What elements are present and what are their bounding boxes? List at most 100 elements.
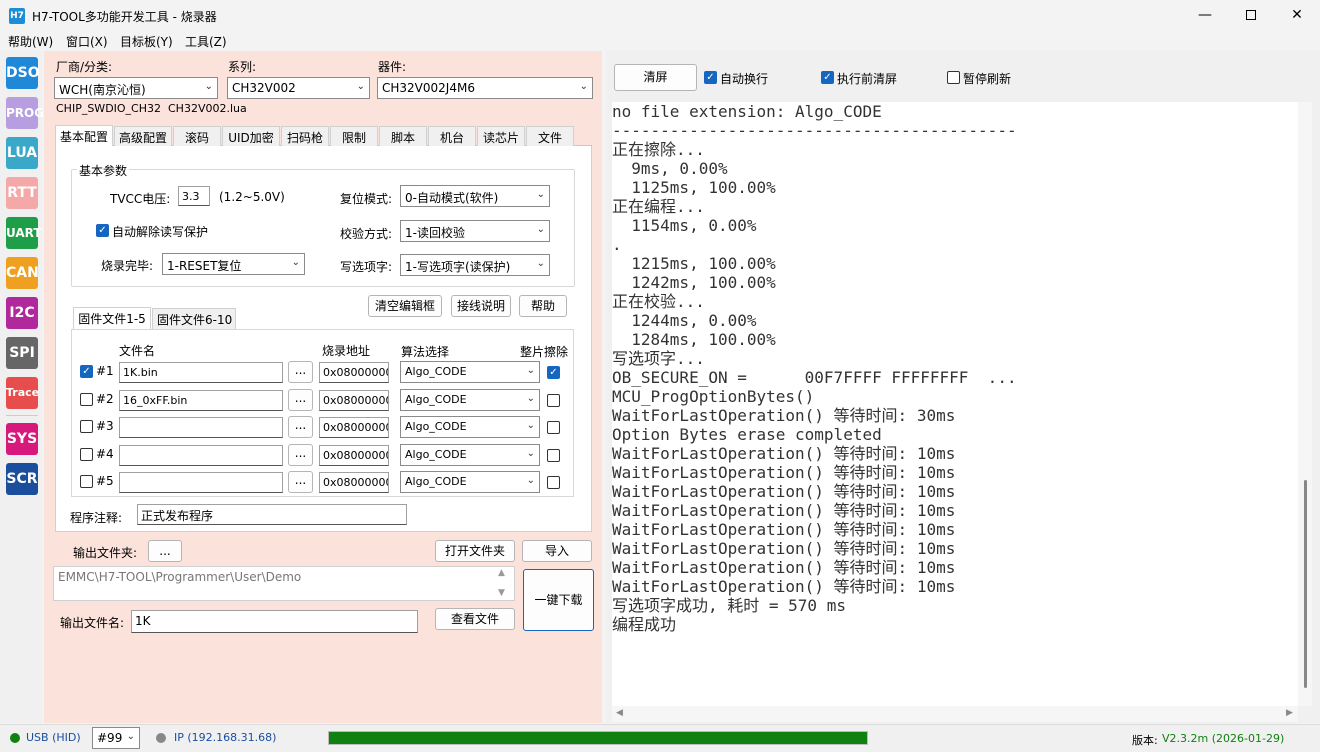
tvcc-input[interactable]: 3.3 [178, 186, 210, 206]
finish-select[interactable]: 1-RESET复位 ⌄ [162, 253, 305, 275]
console-scroll-thumb[interactable] [1304, 480, 1307, 688]
firmware-address-input[interactable]: 0x08000000 [319, 472, 389, 493]
note-label: 程序注释: [70, 511, 123, 525]
firmware-browse-button[interactable]: ... [288, 389, 313, 411]
sidebar-spi-button[interactable]: SPI [6, 337, 38, 369]
firmware-file-input[interactable] [119, 445, 283, 466]
scroll-left-icon[interactable]: ◀ [616, 708, 623, 718]
full-erase-checkbox[interactable] [547, 394, 560, 407]
firmware-browse-button[interactable]: ... [288, 416, 313, 438]
progress-bar [328, 731, 868, 745]
tab-file[interactable]: 文件 [526, 126, 574, 147]
firmware-address-input[interactable]: 0x08000000 [319, 417, 389, 438]
firmware-enable-checkbox[interactable] [80, 475, 93, 488]
tab-uid[interactable]: UID加密 [222, 126, 280, 147]
vendor-select[interactable]: WCH(南京沁恒) ⌄ [54, 77, 218, 99]
open-folder-button[interactable]: 打开文件夹 [435, 540, 515, 562]
tab-basic[interactable]: 基本配置 [55, 125, 113, 147]
sidebar-trace-button[interactable]: Trace [6, 377, 39, 409]
firmware-address-input[interactable]: 0x08000000 [319, 445, 389, 466]
sidebar-uart-button[interactable]: UART [6, 217, 42, 249]
output-path-box[interactable]: EMMC\H7-TOOL\Programmer\User\Demo [53, 566, 515, 601]
firmware-enable-checkbox[interactable] [80, 393, 93, 406]
one-click-download-button[interactable]: 一键下载 [523, 569, 594, 631]
firmware-address-input[interactable]: 0x08000000 [319, 362, 389, 383]
console-line: 1284ms, 100.00% [612, 330, 776, 349]
firmware-enable-checkbox[interactable] [80, 420, 93, 433]
note-input[interactable]: 正式发布程序 [137, 504, 407, 525]
option-select[interactable]: 1-写选项字(读保护) ⌄ [400, 254, 550, 276]
maximize-button[interactable] [1228, 0, 1274, 31]
firmware-algorithm-select[interactable]: Algo_CODE ⌄ [400, 361, 540, 383]
sidebar-sys-button[interactable]: SYS [6, 423, 38, 455]
col-file-name: 文件名 [119, 344, 156, 358]
wiring-button[interactable]: 接线说明 [451, 295, 511, 317]
verify-select[interactable]: 1-读回校验 ⌄ [400, 220, 550, 242]
firmware-algorithm-select[interactable]: Algo_CODE ⌄ [400, 389, 540, 411]
full-erase-checkbox[interactable] [547, 476, 560, 489]
console-hscrollbar[interactable] [612, 706, 1298, 722]
auto-wrap-checkbox[interactable]: ✓ [704, 71, 717, 84]
import-button[interactable]: 导入 [522, 540, 592, 562]
clear-buffer-button[interactable]: 清空编辑框 [368, 295, 442, 317]
tab-machine[interactable]: 机台 [428, 126, 476, 147]
close-button[interactable]: ✕ [1274, 0, 1320, 31]
firmware-enable-checkbox[interactable] [80, 448, 93, 461]
firmware-address-input[interactable]: 0x08000000 [319, 390, 389, 411]
device-number-select[interactable]: #99 ⌄ [92, 727, 140, 749]
console-output[interactable]: no file extension: Algo_CODE ------------… [612, 102, 1298, 706]
full-erase-checkbox[interactable] [547, 449, 560, 462]
minimize-button[interactable]: — [1182, 0, 1228, 31]
firmware-browse-button[interactable]: ... [288, 471, 313, 493]
auto-unprotect-label: 自动解除读写保护 [112, 225, 209, 239]
output-name-input[interactable]: 1K [131, 610, 418, 633]
firmware-file-input[interactable] [119, 472, 283, 493]
sidebar-dso-button[interactable]: DSO [6, 57, 40, 89]
device-select[interactable]: CH32V002J4M6 ⌄ [377, 77, 593, 99]
pause-refresh-checkbox[interactable] [947, 71, 960, 84]
clear-before-run-checkbox[interactable]: ✓ [821, 71, 834, 84]
firmware-browse-button[interactable]: ... [288, 361, 313, 383]
chevron-down-icon: ⌄ [526, 365, 535, 376]
clear-console-button[interactable]: 清屏 [614, 64, 697, 91]
sidebar-prog-button[interactable]: PROG [6, 97, 44, 129]
full-erase-checkbox[interactable]: ✓ [547, 366, 560, 379]
firmware-browse-button[interactable]: ... [288, 444, 313, 466]
firmware-file-input[interactable]: 1K.bin [119, 362, 283, 383]
console-line: 写选项字... [612, 349, 705, 368]
reset-mode-select[interactable]: 0-自动模式(软件) ⌄ [400, 185, 550, 207]
full-erase-checkbox[interactable] [547, 421, 560, 434]
scroll-up-icon[interactable]: ▲ [498, 568, 505, 578]
tab-script[interactable]: 脚本 [379, 126, 427, 147]
menu-target[interactable]: 目标板(Y) [120, 33, 173, 50]
tab-rolling-code[interactable]: 滚码 [173, 126, 221, 147]
sidebar-i2c-button[interactable]: I2C [6, 297, 38, 329]
output-folder-browse-button[interactable]: ... [148, 540, 182, 562]
tab-firmware-6-10[interactable]: 固件文件6-10 [152, 308, 236, 329]
tab-read-chip[interactable]: 读芯片 [477, 126, 525, 147]
firmware-algorithm-select[interactable]: Algo_CODE ⌄ [400, 444, 540, 466]
view-file-button[interactable]: 查看文件 [435, 608, 515, 630]
tab-limit[interactable]: 限制 [330, 126, 378, 147]
menu-help[interactable]: 帮助(W) [8, 33, 53, 50]
firmware-algorithm-select[interactable]: Algo_CODE ⌄ [400, 416, 540, 438]
scroll-right-icon[interactable]: ▶ [1286, 708, 1293, 718]
firmware-enable-checkbox[interactable]: ✓ [80, 365, 93, 378]
tab-advanced[interactable]: 高级配置 [114, 126, 172, 147]
sidebar-can-button[interactable]: CAN [6, 257, 39, 289]
scroll-down-icon[interactable]: ▼ [498, 588, 505, 598]
menu-window[interactable]: 窗口(X) [66, 33, 108, 50]
sidebar-lua-button[interactable]: LUA [6, 137, 38, 169]
auto-unprotect-checkbox[interactable]: ✓ [96, 224, 109, 237]
sidebar-rtt-button[interactable]: RTT [6, 177, 38, 209]
chevron-down-icon: ⌄ [536, 224, 545, 235]
firmware-file-input[interactable]: 16_0xFF.bin [119, 390, 283, 411]
help-button[interactable]: 帮助 [519, 295, 567, 317]
tab-scanner[interactable]: 扫码枪 [281, 126, 329, 147]
sidebar-scr-button[interactable]: SCR [6, 463, 38, 495]
series-select[interactable]: CH32V002 ⌄ [227, 77, 370, 99]
menu-tools[interactable]: 工具(Z) [185, 33, 227, 50]
firmware-algorithm-select[interactable]: Algo_CODE ⌄ [400, 471, 540, 493]
firmware-file-input[interactable] [119, 417, 283, 438]
tab-firmware-1-5[interactable]: 固件文件1-5 [73, 307, 151, 329]
